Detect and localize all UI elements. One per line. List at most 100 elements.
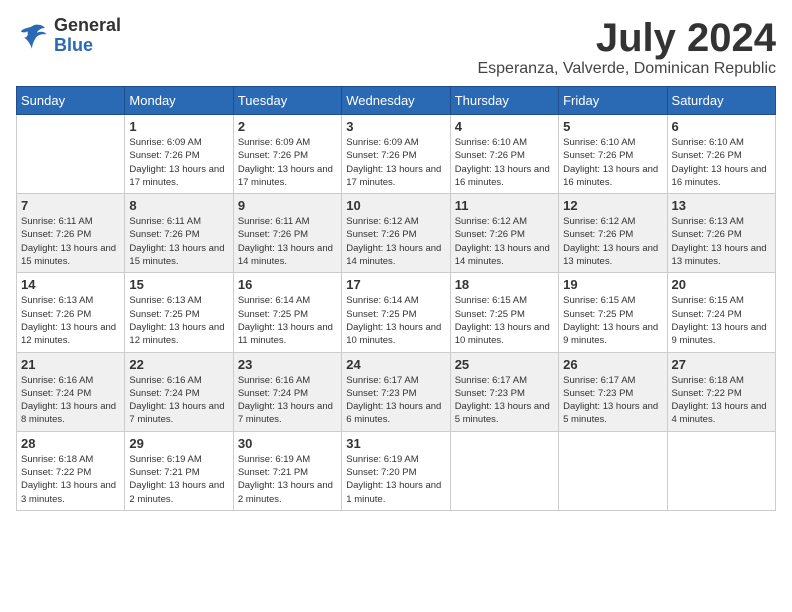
calendar-cell: 14Sunrise: 6:13 AMSunset: 7:26 PMDayligh… <box>17 273 125 352</box>
day-number: 9 <box>238 198 337 213</box>
day-info: Sunrise: 6:16 AMSunset: 7:24 PMDaylight:… <box>21 374 120 427</box>
week-row-5: 28 Sunrise: 6:18 AMSunset: 7:22 PMDayligh… <box>17 431 776 510</box>
day-info: Sunrise: 6:17 AMSunset: 7:23 PMDaylight:… <box>346 374 445 427</box>
day-number: 12 <box>563 198 662 213</box>
day-info: Sunrise: 6:14 AMSunset: 7:25 PMDaylight:… <box>346 294 445 347</box>
week-row-3: 14Sunrise: 6:13 AMSunset: 7:26 PMDayligh… <box>17 273 776 352</box>
day-info: Sunrise: 6:14 AMSunset: 7:25 PMDaylight:… <box>238 294 337 347</box>
calendar-cell: 21 Sunrise: 6:16 AMSunset: 7:24 PMDayligh… <box>17 352 125 431</box>
day-info: Sunrise: 6:12 AMSunset: 7:26 PMDaylight:… <box>563 215 662 268</box>
calendar-cell <box>17 115 125 194</box>
day-info: Sunrise: 6:19 AMSunset: 7:20 PMDaylight:… <box>346 453 445 506</box>
calendar-cell <box>667 431 775 510</box>
calendar-cell: 31 Sunrise: 6:19 AMSunset: 7:20 PMDayligh… <box>342 431 450 510</box>
day-info: Sunrise: 6:11 AMSunset: 7:26 PMDaylight:… <box>129 215 228 268</box>
day-info: Sunrise: 6:13 AMSunset: 7:26 PMDaylight:… <box>672 215 771 268</box>
day-number: 27 <box>672 357 771 372</box>
week-row-1: 1Sunrise: 6:09 AMSunset: 7:26 PMDaylight… <box>17 115 776 194</box>
day-number: 31 <box>346 436 445 451</box>
calendar-cell: 10 Sunrise: 6:12 AMSunset: 7:26 PMDayligh… <box>342 194 450 273</box>
day-info: Sunrise: 6:12 AMSunset: 7:26 PMDaylight:… <box>346 215 445 268</box>
calendar-cell: 26 Sunrise: 6:17 AMSunset: 7:23 PMDayligh… <box>559 352 667 431</box>
calendar-cell: 19 Sunrise: 6:15 AMSunset: 7:25 PMDayligh… <box>559 273 667 352</box>
day-number: 22 <box>129 357 228 372</box>
day-number: 3 <box>346 119 445 134</box>
calendar-cell: 7 Sunrise: 6:11 AMSunset: 7:26 PMDaylight… <box>17 194 125 273</box>
day-number: 6 <box>672 119 771 134</box>
day-info: Sunrise: 6:10 AMSunset: 7:26 PMDaylight:… <box>563 136 662 189</box>
day-info: Sunrise: 6:09 AMSunset: 7:26 PMDaylight:… <box>238 136 337 189</box>
day-number: 17 <box>346 277 445 292</box>
calendar-cell: 18 Sunrise: 6:15 AMSunset: 7:25 PMDayligh… <box>450 273 558 352</box>
calendar-cell: 15 Sunrise: 6:13 AMSunset: 7:25 PMDayligh… <box>125 273 233 352</box>
calendar-cell: 5 Sunrise: 6:10 AMSunset: 7:26 PMDaylight… <box>559 115 667 194</box>
day-number: 28 <box>21 436 120 451</box>
calendar-cell: 2 Sunrise: 6:09 AMSunset: 7:26 PMDaylight… <box>233 115 341 194</box>
day-number: 8 <box>129 198 228 213</box>
calendar-cell: 23Sunrise: 6:16 AMSunset: 7:24 PMDayligh… <box>233 352 341 431</box>
day-number: 15 <box>129 277 228 292</box>
day-info: Sunrise: 6:09 AMSunset: 7:26 PMDaylight:… <box>346 136 445 189</box>
day-info: Sunrise: 6:15 AMSunset: 7:25 PMDaylight:… <box>455 294 554 347</box>
day-info: Sunrise: 6:15 AMSunset: 7:24 PMDaylight:… <box>672 294 771 347</box>
calendar-cell: 16 Sunrise: 6:14 AMSunset: 7:25 PMDayligh… <box>233 273 341 352</box>
calendar-cell: 6 Sunrise: 6:10 AMSunset: 7:26 PMDaylight… <box>667 115 775 194</box>
calendar-cell: 4 Sunrise: 6:10 AMSunset: 7:26 PMDaylight… <box>450 115 558 194</box>
calendar-cell: 27 Sunrise: 6:18 AMSunset: 7:22 PMDayligh… <box>667 352 775 431</box>
day-number: 19 <box>563 277 662 292</box>
day-header-monday: Monday <box>125 87 233 115</box>
title-block: July 2024 Esperanza, Valverde, Dominican… <box>477 16 776 78</box>
logo-general: General <box>54 16 121 36</box>
day-number: 21 <box>21 357 120 372</box>
logo-text: General Blue <box>54 16 121 56</box>
day-number: 7 <box>21 198 120 213</box>
day-info: Sunrise: 6:11 AMSunset: 7:26 PMDaylight:… <box>21 215 120 268</box>
calendar-cell <box>559 431 667 510</box>
day-info: Sunrise: 6:10 AMSunset: 7:26 PMDaylight:… <box>672 136 771 189</box>
day-number: 4 <box>455 119 554 134</box>
day-info: Sunrise: 6:10 AMSunset: 7:26 PMDaylight:… <box>455 136 554 189</box>
day-number: 5 <box>563 119 662 134</box>
calendar-cell: 11 Sunrise: 6:12 AMSunset: 7:26 PMDayligh… <box>450 194 558 273</box>
day-info: Sunrise: 6:16 AMSunset: 7:24 PMDaylight:… <box>129 374 228 427</box>
calendar-cell: 22 Sunrise: 6:16 AMSunset: 7:24 PMDayligh… <box>125 352 233 431</box>
day-info: Sunrise: 6:19 AMSunset: 7:21 PMDaylight:… <box>238 453 337 506</box>
day-number: 26 <box>563 357 662 372</box>
day-number: 24 <box>346 357 445 372</box>
day-number: 10 <box>346 198 445 213</box>
calendar-cell: 12 Sunrise: 6:12 AMSunset: 7:26 PMDayligh… <box>559 194 667 273</box>
logo: General Blue <box>16 16 121 56</box>
header: General Blue July 2024 Esperanza, Valver… <box>16 16 776 78</box>
day-header-saturday: Saturday <box>667 87 775 115</box>
calendar-cell: 1Sunrise: 6:09 AMSunset: 7:26 PMDaylight… <box>125 115 233 194</box>
day-info: Sunrise: 6:17 AMSunset: 7:23 PMDaylight:… <box>563 374 662 427</box>
day-info: Sunrise: 6:15 AMSunset: 7:25 PMDaylight:… <box>563 294 662 347</box>
day-number: 2 <box>238 119 337 134</box>
calendar-cell: 29Sunrise: 6:19 AMSunset: 7:21 PMDayligh… <box>125 431 233 510</box>
day-info: Sunrise: 6:19 AMSunset: 7:21 PMDaylight:… <box>129 453 228 506</box>
day-header-tuesday: Tuesday <box>233 87 341 115</box>
calendar: SundayMondayTuesdayWednesdayThursdayFrid… <box>16 86 776 511</box>
calendar-cell: 30Sunrise: 6:19 AMSunset: 7:21 PMDayligh… <box>233 431 341 510</box>
calendar-cell: 9 Sunrise: 6:11 AMSunset: 7:26 PMDaylight… <box>233 194 341 273</box>
calendar-cell: 13 Sunrise: 6:13 AMSunset: 7:26 PMDayligh… <box>667 194 775 273</box>
day-number: 18 <box>455 277 554 292</box>
day-header-friday: Friday <box>559 87 667 115</box>
day-number: 25 <box>455 357 554 372</box>
calendar-cell: 24 Sunrise: 6:17 AMSunset: 7:23 PMDayligh… <box>342 352 450 431</box>
day-header-wednesday: Wednesday <box>342 87 450 115</box>
day-info: Sunrise: 6:13 AMSunset: 7:25 PMDaylight:… <box>129 294 228 347</box>
day-info: Sunrise: 6:16 AMSunset: 7:24 PMDaylight:… <box>238 374 337 427</box>
day-info: Sunrise: 6:17 AMSunset: 7:23 PMDaylight:… <box>455 374 554 427</box>
day-info: Sunrise: 6:18 AMSunset: 7:22 PMDaylight:… <box>672 374 771 427</box>
day-info: Sunrise: 6:18 AMSunset: 7:22 PMDaylight:… <box>21 453 120 506</box>
week-row-4: 21 Sunrise: 6:16 AMSunset: 7:24 PMDayligh… <box>17 352 776 431</box>
day-number: 11 <box>455 198 554 213</box>
calendar-cell: 28 Sunrise: 6:18 AMSunset: 7:22 PMDayligh… <box>17 431 125 510</box>
day-number: 13 <box>672 198 771 213</box>
day-info: Sunrise: 6:11 AMSunset: 7:26 PMDaylight:… <box>238 215 337 268</box>
day-info: Sunrise: 6:12 AMSunset: 7:26 PMDaylight:… <box>455 215 554 268</box>
day-number: 20 <box>672 277 771 292</box>
day-info: Sunrise: 6:13 AMSunset: 7:26 PMDaylight:… <box>21 294 120 347</box>
day-number: 16 <box>238 277 337 292</box>
